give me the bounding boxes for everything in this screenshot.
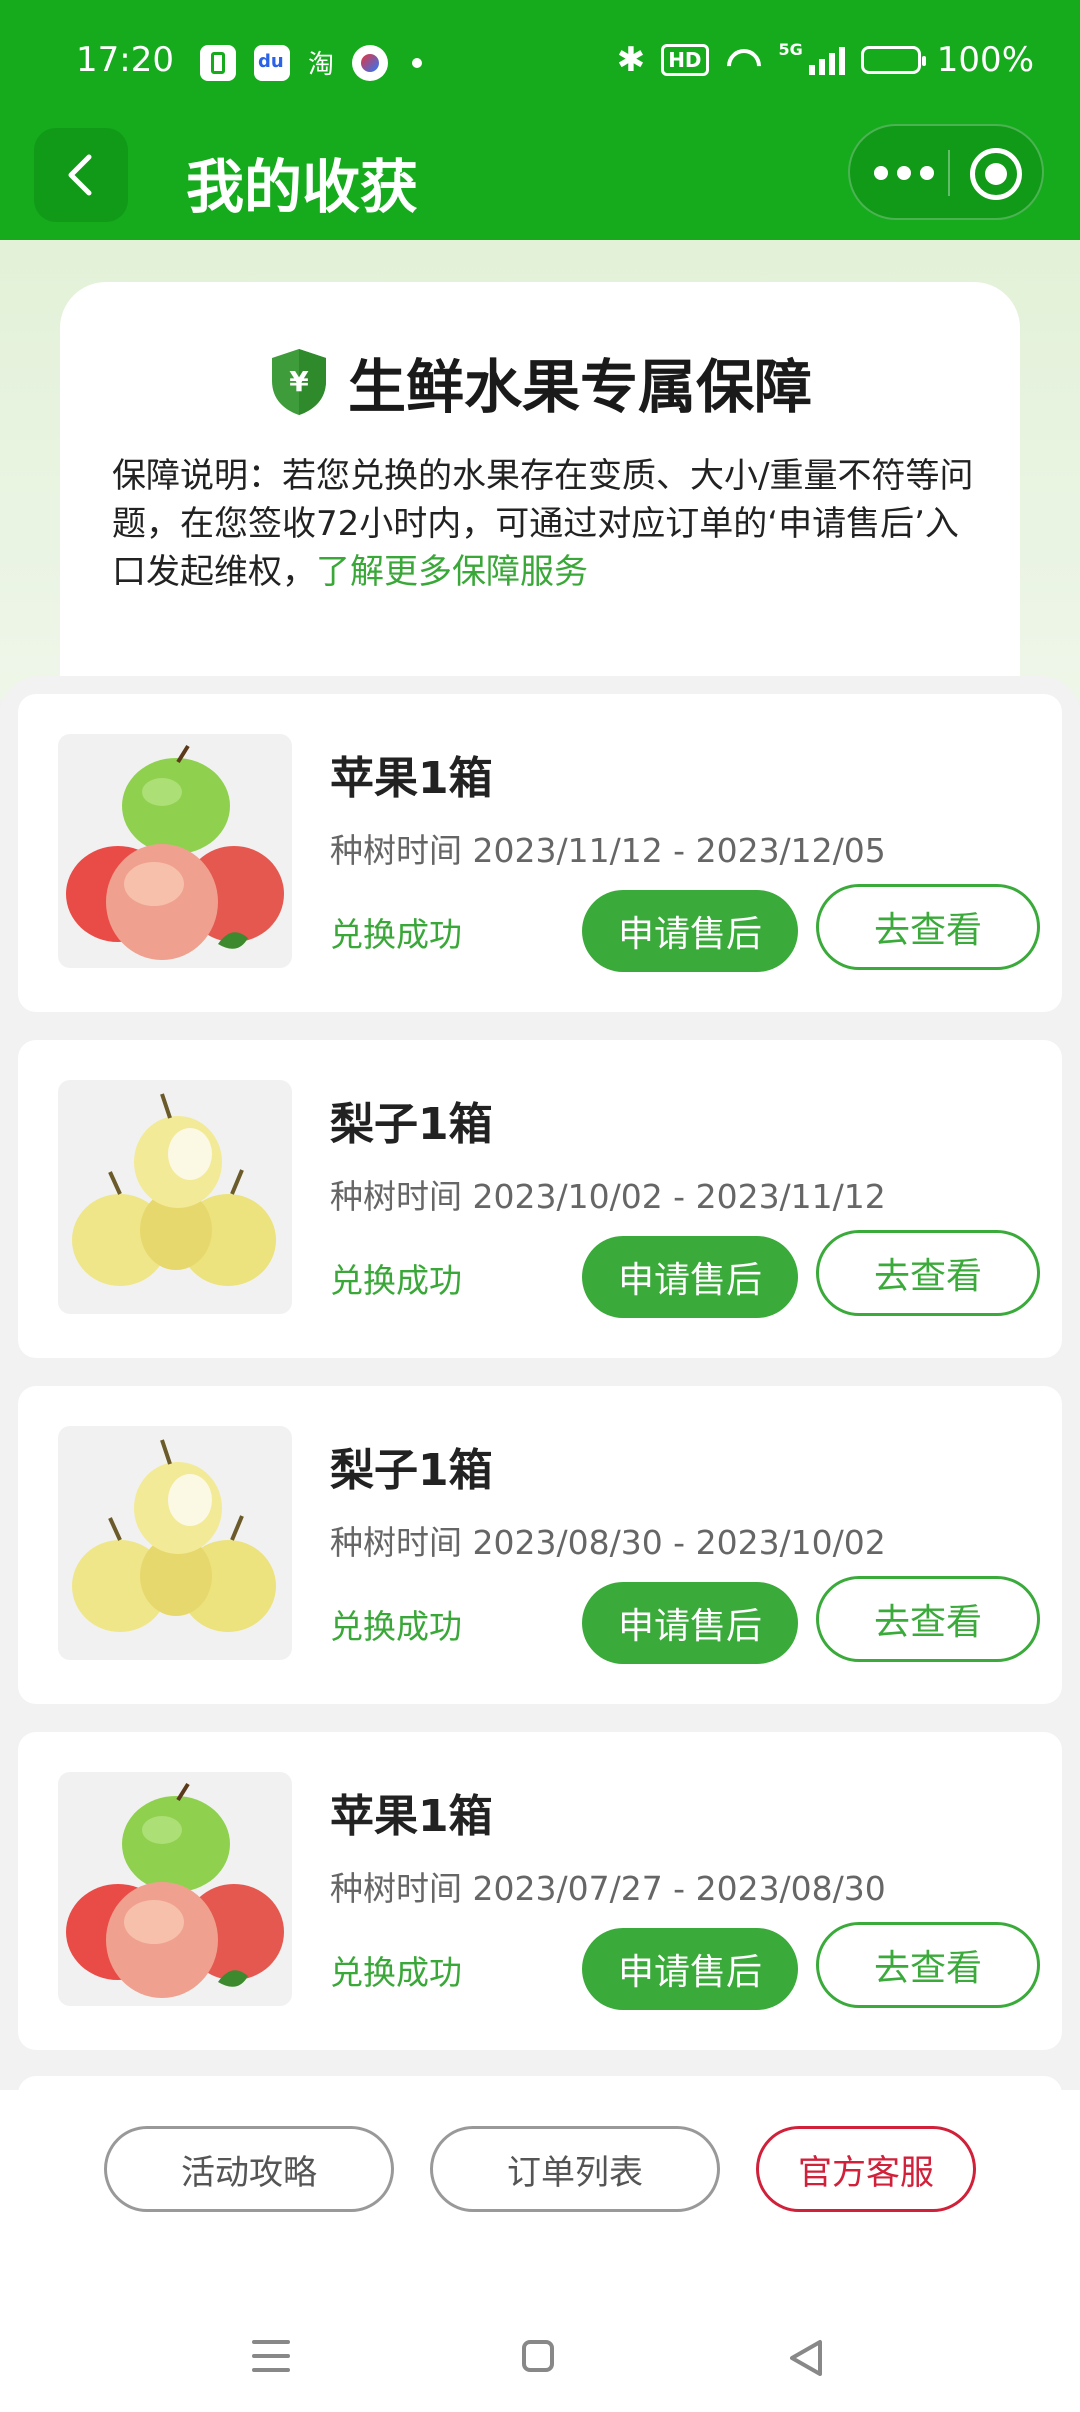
item-name: 苹果1箱 bbox=[330, 753, 493, 804]
target-circle-icon[interactable] bbox=[970, 148, 1022, 200]
back-button[interactable] bbox=[34, 128, 128, 222]
top-bar: 17:20 淘 ✱ HD 5G 100% 我的收获 bbox=[0, 0, 1080, 240]
after-sale-button[interactable]: 申请售后 bbox=[582, 1236, 798, 1318]
order-card: 梨子1箱 种树时间 2023/08/30 - 2023/10/02 兑换成功 申… bbox=[18, 1386, 1062, 1704]
pear-image bbox=[58, 1080, 292, 1314]
item-status: 兑换成功 bbox=[330, 1953, 462, 1992]
item-time: 种树时间 2023/11/12 - 2023/12/05 bbox=[330, 831, 886, 870]
item-status: 兑换成功 bbox=[330, 1607, 462, 1646]
view-button[interactable]: 去查看 bbox=[816, 884, 1040, 970]
order-list: 苹果1箱 种树时间 2023/11/12 - 2023/12/05 兑换成功 申… bbox=[0, 676, 1080, 2096]
item-status: 兑换成功 bbox=[330, 915, 462, 954]
item-name: 苹果1箱 bbox=[330, 1791, 493, 1842]
wifi-icon bbox=[725, 47, 763, 73]
item-name: 梨子1箱 bbox=[330, 1099, 493, 1150]
svg-text:¥: ¥ bbox=[289, 365, 309, 398]
after-sale-button[interactable]: 申请售后 bbox=[582, 890, 798, 972]
activity-guide-button[interactable]: 活动攻略 bbox=[104, 2126, 394, 2212]
order-list-button[interactable]: 订单列表 bbox=[430, 2126, 720, 2212]
more-notifications-dot-icon bbox=[412, 57, 423, 68]
shield-yen-icon: ¥ bbox=[271, 349, 326, 415]
apple-image bbox=[58, 1772, 292, 2006]
network-type-label: 5G bbox=[778, 40, 803, 59]
hd-icon: HD bbox=[661, 44, 709, 76]
item-status: 兑换成功 bbox=[330, 1261, 462, 1300]
page-header: 我的收获 bbox=[0, 124, 1080, 240]
after-sale-button[interactable]: 申请售后 bbox=[582, 1928, 798, 2010]
item-time: 种树时间 2023/08/30 - 2023/10/02 bbox=[330, 1523, 886, 1562]
sim-card-icon bbox=[200, 44, 236, 81]
browser-icon bbox=[352, 44, 389, 81]
view-button[interactable]: 去查看 bbox=[816, 1922, 1040, 2008]
item-time: 种树时间 2023/07/27 - 2023/08/30 bbox=[330, 1869, 886, 1908]
page-title: 我的收获 bbox=[186, 153, 419, 221]
taobao-icon: 淘 bbox=[308, 50, 335, 80]
guarantee-title: 生鲜水果专属保障 bbox=[347, 353, 812, 421]
system-status: ✱ HD 5G 100% bbox=[617, 40, 1034, 80]
after-sale-button[interactable]: 申请售后 bbox=[582, 1582, 798, 1664]
capsule-divider bbox=[948, 150, 950, 196]
item-name: 梨子1箱 bbox=[330, 1445, 493, 1496]
item-time: 种树时间 2023/10/02 - 2023/11/12 bbox=[330, 1177, 886, 1216]
view-button[interactable]: 去查看 bbox=[816, 1230, 1040, 1316]
bluetooth-icon: ✱ bbox=[616, 40, 646, 80]
guarantee-description: 保障说明：若您兑换的水果存在变质、大小/重量不符等问题，在您签收72小时内，可通… bbox=[112, 452, 992, 596]
home-square-icon[interactable] bbox=[522, 2340, 554, 2372]
pear-image bbox=[58, 1426, 292, 1660]
guarantee-card: ¥ 生鲜水果专属保障 保障说明：若您兑换的水果存在变质、大小/重量不符等问题，在… bbox=[60, 282, 1020, 722]
system-nav-bar bbox=[0, 2300, 1080, 2412]
learn-more-link[interactable]: 了解更多保障服务 bbox=[316, 552, 588, 592]
more-dots-icon[interactable] bbox=[874, 166, 934, 180]
view-button[interactable]: 去查看 bbox=[816, 1576, 1040, 1662]
customer-service-button[interactable]: 官方客服 bbox=[756, 2126, 976, 2212]
status-bar: 17:20 淘 ✱ HD 5G 100% bbox=[0, 0, 1080, 124]
order-card: 苹果1箱 种树时间 2023/07/27 - 2023/08/30 兑换成功 申… bbox=[18, 1732, 1062, 2050]
guarantee-heading: ¥ 生鲜水果专属保障 bbox=[60, 340, 1020, 424]
battery-icon bbox=[860, 46, 926, 74]
order-card: 梨子1箱 种树时间 2023/10/02 - 2023/11/12 兑换成功 申… bbox=[18, 1040, 1062, 1358]
order-card: 苹果1箱 种树时间 2023/11/12 - 2023/12/05 兑换成功 申… bbox=[18, 694, 1062, 1012]
menu-icon[interactable] bbox=[252, 2340, 290, 2382]
signal-icon bbox=[808, 45, 845, 75]
notification-icons: 淘 bbox=[200, 44, 423, 81]
status-time: 17:20 bbox=[76, 40, 174, 80]
battery-percent: 100% bbox=[936, 40, 1034, 80]
baidu-icon bbox=[254, 44, 290, 81]
back-triangle-icon[interactable] bbox=[786, 2338, 826, 2378]
chevron-left-icon bbox=[68, 154, 92, 196]
apple-image bbox=[58, 734, 292, 968]
mini-program-capsule bbox=[848, 124, 1044, 220]
